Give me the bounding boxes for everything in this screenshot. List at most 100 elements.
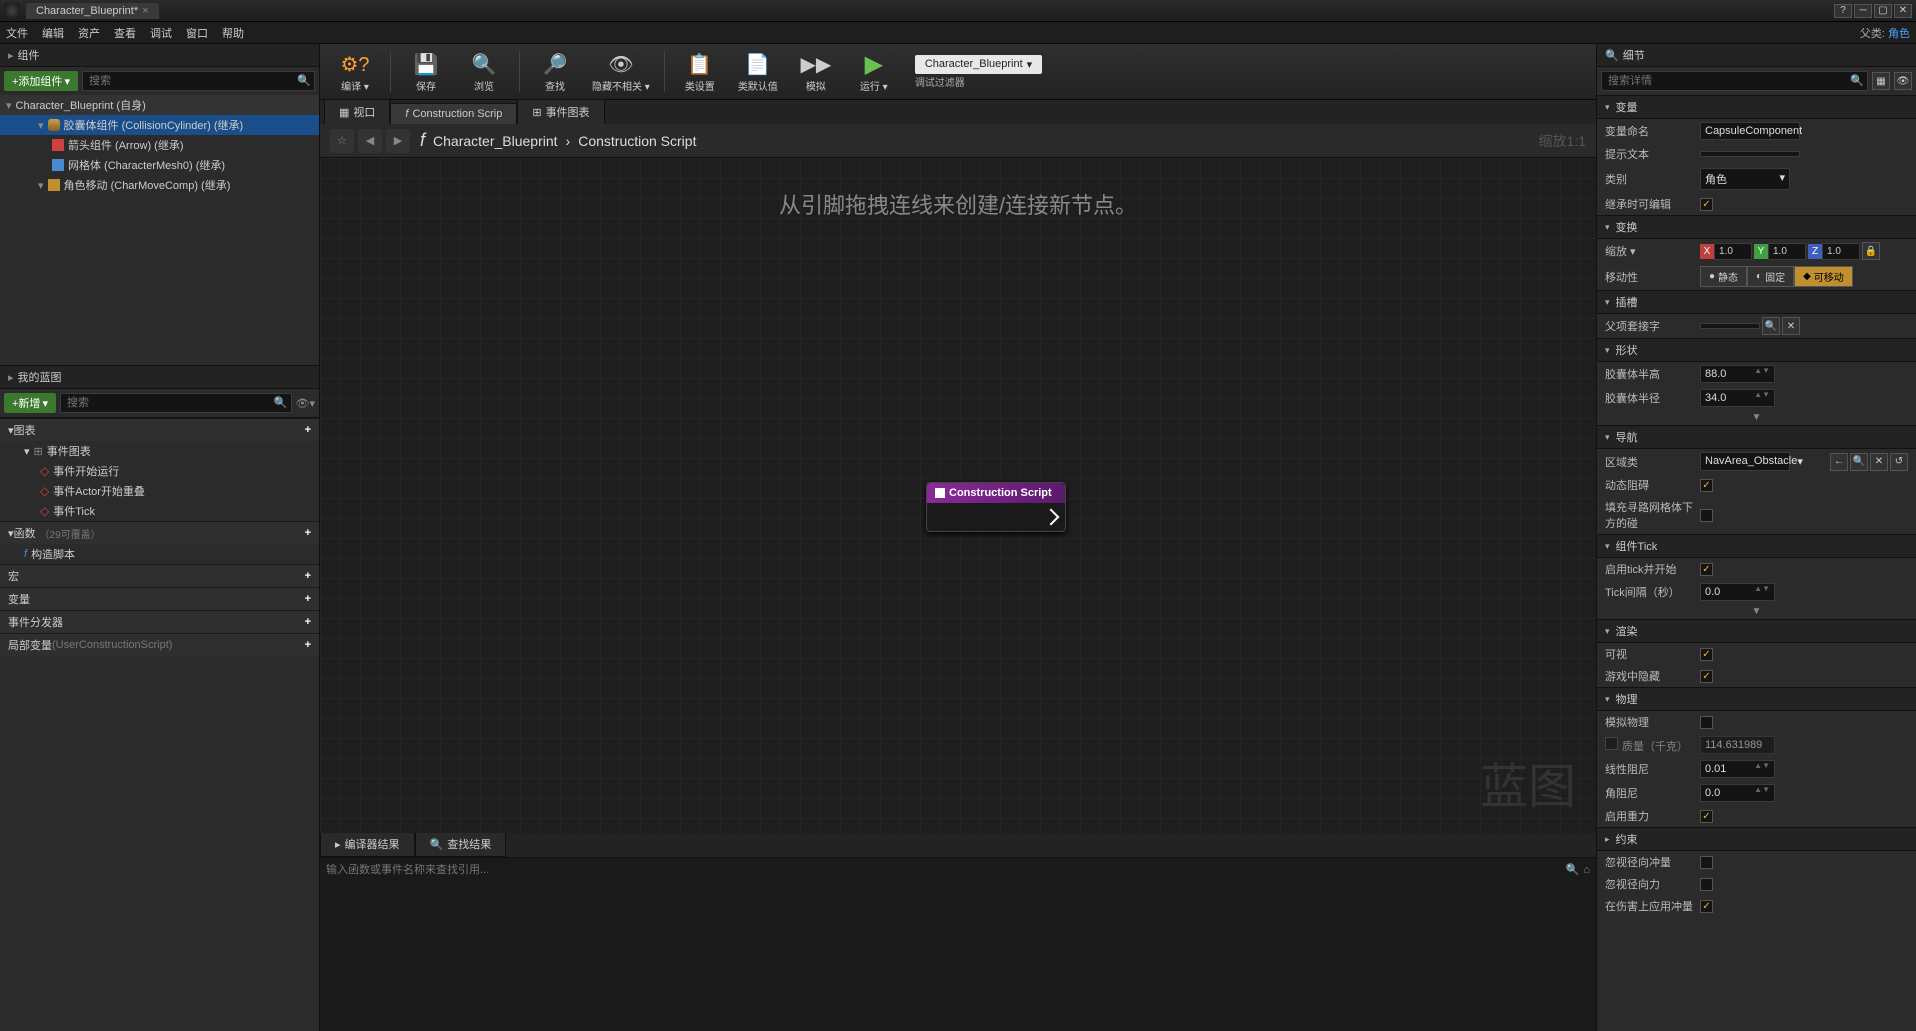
linear-damp-field[interactable]: 0.01▲▼ xyxy=(1700,760,1775,778)
document-tab[interactable]: Character_Blueprint* × xyxy=(26,3,159,19)
tick-section[interactable]: 组件Tick xyxy=(1597,534,1916,558)
property-matrix-icon[interactable]: ▦ xyxy=(1872,72,1890,90)
exec-output-pin[interactable] xyxy=(1043,509,1060,526)
fill-nav-checkbox[interactable] xyxy=(1700,509,1713,522)
macros-section[interactable]: 宏+ xyxy=(0,564,319,587)
compiler-results-tab[interactable]: ▸ 编译器结果 xyxy=(320,831,415,857)
component-item[interactable]: ▾角色移动 (CharMoveComp) (继承) xyxy=(0,175,319,195)
menu-window[interactable]: 窗口 xyxy=(186,25,208,41)
pick-socket-icon[interactable]: 🔍 xyxy=(1762,317,1780,335)
physics-section[interactable]: 物理 xyxy=(1597,687,1916,711)
revert-icon[interactable]: ↺ xyxy=(1890,453,1908,471)
variable-name-field[interactable]: CapsuleComponent xyxy=(1700,122,1800,140)
browse-icon[interactable]: 🔍 xyxy=(1850,453,1868,471)
nav-section[interactable]: 导航 xyxy=(1597,425,1916,449)
save-button[interactable]: 💾保存 xyxy=(399,47,453,97)
view-options-icon[interactable]: 👁 xyxy=(1894,72,1912,90)
help-icon[interactable]: ? xyxy=(1834,4,1852,18)
hide-unrelated-button[interactable]: 👁隐藏不相关 ▾ xyxy=(586,47,656,97)
event-graph-item[interactable]: ▾ ⊞ 事件图表 xyxy=(0,441,319,461)
simulate-physics-checkbox[interactable] xyxy=(1700,716,1713,729)
menu-view[interactable]: 查看 xyxy=(114,25,136,41)
menu-file[interactable]: 文件 xyxy=(6,25,28,41)
component-item[interactable]: 箭头组件 (Arrow) (继承) xyxy=(0,135,319,155)
maximize-button[interactable]: ▢ xyxy=(1874,4,1892,18)
clear-socket-icon[interactable]: ✕ xyxy=(1782,317,1800,335)
add-component-button[interactable]: +添加组件 ▾ xyxy=(4,71,78,91)
variables-section[interactable]: 变量+ xyxy=(0,587,319,610)
find-button[interactable]: 🔎查找 xyxy=(528,47,582,97)
socket-section[interactable]: 插槽 xyxy=(1597,290,1916,314)
nav-back-button[interactable]: ◀ xyxy=(358,129,382,153)
event-item[interactable]: ◇事件Actor开始重叠 xyxy=(0,481,319,501)
graphs-section[interactable]: ▾ 图表+ xyxy=(0,418,319,441)
simulate-button[interactable]: ▶▶模拟 xyxy=(789,47,843,97)
add-dispatcher-button[interactable]: + xyxy=(305,616,311,628)
add-macro-button[interactable]: + xyxy=(305,570,311,582)
mass-override-checkbox[interactable] xyxy=(1605,737,1618,750)
find-results-tab[interactable]: 🔍 查找结果 xyxy=(415,831,507,857)
event-item[interactable]: ◇事件开始运行 xyxy=(0,461,319,481)
class-settings-button[interactable]: 📋类设置 xyxy=(673,47,727,97)
menu-asset[interactable]: 资产 xyxy=(78,25,100,41)
category-dropdown[interactable]: 角色▾ xyxy=(1700,168,1790,190)
find-input[interactable] xyxy=(326,864,1566,876)
components-search-input[interactable] xyxy=(82,71,315,91)
breadcrumb-bp[interactable]: Character_Blueprint xyxy=(433,133,558,149)
hidden-checkbox[interactable]: ✓ xyxy=(1700,670,1713,683)
event-item[interactable]: ◇事件Tick xyxy=(0,501,319,521)
class-defaults-button[interactable]: 📄类默认值 xyxy=(731,47,785,97)
render-section[interactable]: 渲染 xyxy=(1597,619,1916,643)
add-variable-button[interactable]: + xyxy=(305,593,311,605)
compile-button[interactable]: ⚙?编译 ▾ xyxy=(328,47,382,97)
start-tick-checkbox[interactable]: ✓ xyxy=(1700,563,1713,576)
breadcrumb-cs[interactable]: Construction Script xyxy=(578,133,696,149)
ignore-radial-impulse-checkbox[interactable] xyxy=(1700,856,1713,869)
play-button[interactable]: ▶运行 ▾ xyxy=(847,47,901,97)
construction-tab[interactable]: f Construction Scrip xyxy=(390,103,517,124)
gravity-checkbox[interactable]: ✓ xyxy=(1700,810,1713,823)
browse-button[interactable]: 🔍浏览 xyxy=(457,47,511,97)
event-graph-tab[interactable]: ⊞ 事件图表 xyxy=(517,99,604,124)
functions-section[interactable]: ▾ 函数（29可覆盖）+ xyxy=(0,521,319,544)
shape-section[interactable]: 形状 xyxy=(1597,338,1916,362)
mobility-stationary[interactable]: ◐ 固定 xyxy=(1747,266,1794,287)
dynamic-obstacle-checkbox[interactable]: ✓ xyxy=(1700,479,1713,492)
construction-script-node[interactable]: Construction Script xyxy=(926,482,1066,532)
angular-damp-field[interactable]: 0.0▲▼ xyxy=(1700,784,1775,802)
tab-close-icon[interactable]: × xyxy=(142,5,148,17)
apply-impulse-damage-checkbox[interactable]: ✓ xyxy=(1700,900,1713,913)
debug-object-dropdown[interactable]: Character_Blueprint ▾ xyxy=(915,55,1042,74)
half-height-field[interactable]: 88.0▲▼ xyxy=(1700,365,1775,383)
radius-field[interactable]: 34.0▲▼ xyxy=(1700,389,1775,407)
constraints-section[interactable]: 约束 xyxy=(1597,827,1916,851)
local-vars-section[interactable]: 局部变量 (UserConstructionScript)+ xyxy=(0,633,319,656)
expand-tick-icon[interactable]: ▼ xyxy=(1597,604,1916,619)
menu-edit[interactable]: 编辑 xyxy=(42,25,64,41)
add-new-button[interactable]: +新增 ▾ xyxy=(4,393,56,413)
visible-checkbox[interactable]: ✓ xyxy=(1700,648,1713,661)
area-class-dropdown[interactable]: NavArea_Obstacle▾ xyxy=(1700,452,1790,471)
expand-shape-icon[interactable]: ▼ xyxy=(1597,410,1916,425)
menu-debug[interactable]: 调试 xyxy=(150,25,172,41)
myblueprint-search-input[interactable] xyxy=(60,393,292,413)
component-root[interactable]: ▾ Character_Blueprint (自身) xyxy=(0,95,319,115)
variable-section[interactable]: 变量 xyxy=(1597,95,1916,119)
tooltip-field[interactable] xyxy=(1700,151,1800,157)
parent-socket-field[interactable] xyxy=(1700,323,1760,329)
editable-checkbox[interactable]: ✓ xyxy=(1700,198,1713,211)
minimize-button[interactable]: ─ xyxy=(1854,4,1872,18)
function-item[interactable]: f构造脚本 xyxy=(0,544,319,564)
nav-back-icon[interactable]: ← xyxy=(1830,453,1848,471)
component-item[interactable]: ▾胶囊体组件 (CollisionCylinder) (继承) xyxy=(0,115,319,135)
add-graph-button[interactable]: + xyxy=(305,424,311,436)
mobility-movable[interactable]: ◆ 可移动 xyxy=(1794,266,1853,287)
dispatchers-section[interactable]: 事件分发器+ xyxy=(0,610,319,633)
find-in-all-icon[interactable]: ⌂ xyxy=(1583,864,1590,876)
details-search-input[interactable] xyxy=(1601,71,1868,91)
parent-class-link[interactable]: 角色 xyxy=(1888,28,1910,40)
reset-icon[interactable]: ✕ xyxy=(1870,453,1888,471)
search-icon[interactable]: 🔍 xyxy=(1566,863,1580,876)
lock-scale-icon[interactable]: 🔒 xyxy=(1862,242,1880,260)
add-local-var-button[interactable]: + xyxy=(305,639,311,651)
